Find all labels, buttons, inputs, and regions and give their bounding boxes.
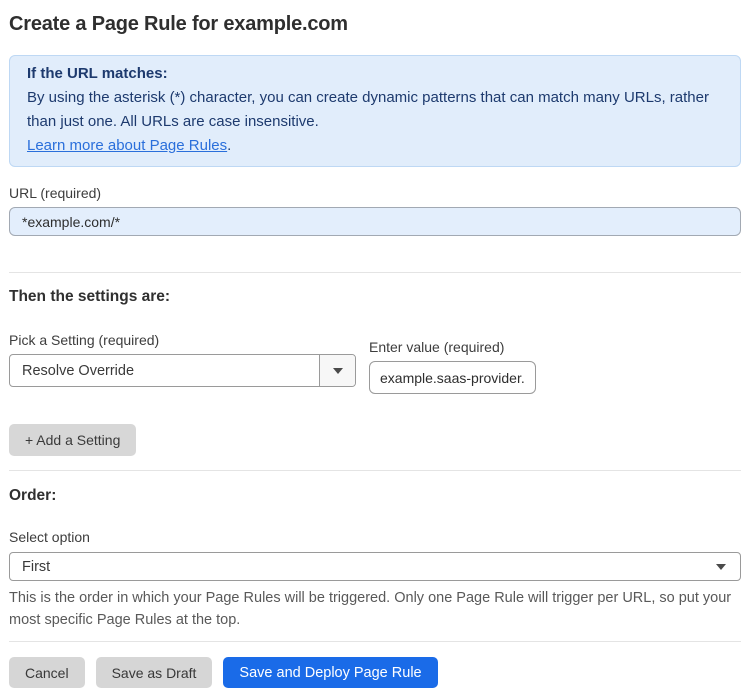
order-select-label: Select option [9,529,90,545]
page-title: Create a Page Rule for example.com [9,13,348,35]
chevron-down-icon [716,563,726,570]
settings-row: Pick a Setting (required) Resolve Overri… [9,332,741,394]
setting-select-caret-cell[interactable] [319,355,355,386]
divider [9,470,741,471]
info-box-heading: If the URL matches: [27,65,168,82]
url-field-label: URL (required) [9,185,102,201]
url-match-info-box: If the URL matches: By using the asteris… [9,55,741,167]
divider [9,272,741,273]
save-and-deploy-button[interactable]: Save and Deploy Page Rule [223,657,438,688]
chevron-down-icon [332,367,343,374]
info-box-body: By using the asterisk (*) character, you… [27,89,709,130]
info-box-link-line: Learn more about Page Rules. [27,134,723,158]
setting-picker-column: Pick a Setting (required) Resolve Overri… [9,332,356,387]
setting-select[interactable]: Resolve Override [9,354,356,387]
save-as-draft-button[interactable]: Save as Draft [95,657,213,688]
order-section-heading: Order: [9,487,57,504]
order-select-value: First [22,558,51,575]
link-period: . [227,137,232,154]
setting-value-input[interactable] [369,361,536,394]
form-actions: Cancel Save as Draft Save and Deploy Pag… [9,657,741,688]
order-select[interactable]: First [9,552,741,581]
setting-value-column: Enter value (required) [369,339,536,394]
url-input[interactable] [9,207,741,236]
settings-section-heading: Then the settings are: [9,288,171,305]
setting-select-value: Resolve Override [22,362,135,379]
divider [9,641,741,642]
learn-more-link[interactable]: Learn more about Page Rules [27,137,227,154]
add-setting-button[interactable]: + Add a Setting [9,424,137,456]
page-rule-form: Create a Page Rule for example.com If th… [0,0,750,699]
setting-value-label: Enter value (required) [369,339,505,355]
order-help-text: This is the order in which your Page Rul… [9,590,732,628]
setting-picker-label: Pick a Setting (required) [9,332,160,348]
cancel-button[interactable]: Cancel [9,657,85,688]
